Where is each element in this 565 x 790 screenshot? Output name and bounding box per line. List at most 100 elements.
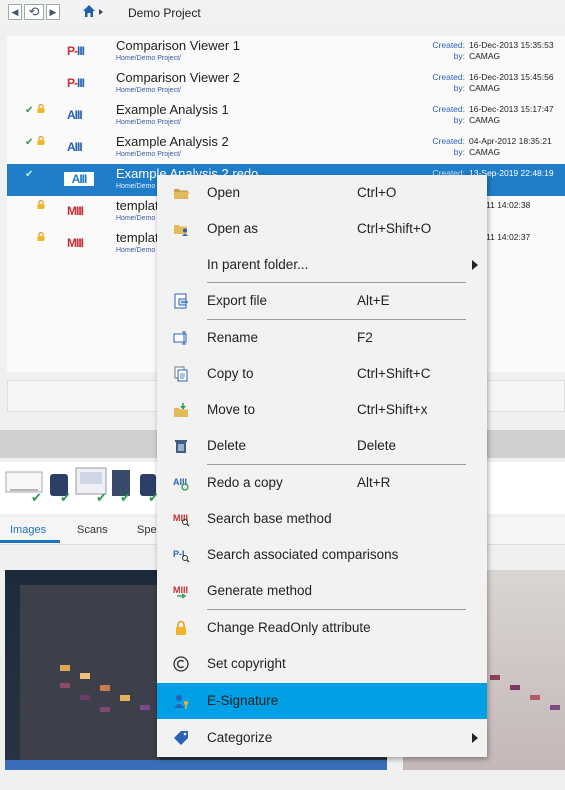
menu-item-label: Set copyright <box>207 656 286 671</box>
menu-item-label: Categorize <box>207 730 273 745</box>
folder-open-icon <box>174 189 189 199</box>
file-path: Home/Demo <box>116 183 156 190</box>
menu-item-e-signature[interactable]: E-Signature <box>157 683 487 719</box>
svg-text:MIII: MIII <box>173 585 188 595</box>
menu-item-categorize[interactable]: Categorize <box>157 720 487 756</box>
menu-item-set-copyright[interactable]: Set copyright <box>157 646 487 682</box>
menu-item-label: Rename <box>207 330 259 345</box>
file-row[interactable]: ✔ AIII Example Analysis 1 Home/Demo Project… <box>7 100 565 132</box>
menu-item-label: In parent folder... <box>207 257 309 272</box>
search-comparisons-icon: P-I <box>173 549 190 563</box>
file-name: Comparison Viewer 2 <box>116 70 241 85</box>
instrument-icons: ✔ ✔ ✔ ✔ ✔ <box>5 467 159 506</box>
method-file-icon: MIII <box>67 204 84 218</box>
menu-item-shortcut: Ctrl+O <box>357 185 397 200</box>
lock-icon <box>37 232 45 241</box>
menu-item-shortcut: Alt+R <box>357 475 391 490</box>
menu-item-label: Delete <box>207 438 247 453</box>
svg-text:AIII: AIII <box>173 477 187 487</box>
redo-copy-icon: AIII <box>173 477 189 491</box>
svg-text:✔: ✔ <box>60 491 71 506</box>
menu-item-shortcut: Ctrl+Shift+O <box>357 221 432 236</box>
file-name: templat <box>116 198 159 213</box>
lock-icon <box>37 104 45 113</box>
submenu-arrow-icon <box>472 260 478 270</box>
menu-item-label: Change ReadOnly attribute <box>207 620 371 635</box>
search-method-icon: MIII <box>173 513 190 527</box>
context-menu: Open Ctrl+O Open as Ctrl+Shift+O In parent f… <box>157 175 487 757</box>
svg-text:MIII: MIII <box>173 513 188 523</box>
menu-item-search-associated-comparisons[interactable]: P-I Search associated comparisons <box>157 537 487 573</box>
svg-text:✔: ✔ <box>96 491 107 506</box>
menu-item-label: Open <box>207 185 241 200</box>
export-icon <box>174 293 188 309</box>
file-path: Home/Demo Project/ <box>116 87 181 94</box>
file-row[interactable]: P- III Comparison Viewer 2 Home/Demo Projec… <box>7 68 565 100</box>
home-icon[interactable] <box>82 4 96 18</box>
menu-item-open-as[interactable]: Open as Ctrl+Shift+O <box>157 211 487 247</box>
checked-icon: ✔ <box>25 137 34 148</box>
analysis-file-icon: AIII <box>67 140 83 154</box>
comparison-file-icon: P- III <box>67 76 85 90</box>
menu-item-shortcut: Ctrl+Shift+x <box>357 402 428 417</box>
file-path: Home/Demo Project/ <box>116 151 181 158</box>
menu-item-shortcut: F2 <box>357 330 373 345</box>
navigation-bar: ◀ ⟲ ▶ Demo Project <box>0 0 565 26</box>
tag-icon <box>174 731 188 745</box>
menu-separator <box>207 464 466 465</box>
lock-icon <box>176 620 186 635</box>
menu-item-label: Generate method <box>207 583 313 598</box>
lock-icon <box>37 200 45 209</box>
folder-user-icon <box>174 225 188 236</box>
method-file-icon: MIII <box>67 236 84 250</box>
file-path: Home/Demo Project/ <box>116 55 181 62</box>
comparison-file-icon: P- III <box>67 44 85 58</box>
menu-item-delete[interactable]: Delete Delete <box>157 428 487 464</box>
copyright-icon <box>173 656 189 672</box>
menu-item-rename[interactable]: Rename F2 <box>157 320 487 356</box>
menu-item-label: Copy to <box>207 366 254 381</box>
file-name: Example Analysis 1 <box>116 102 229 117</box>
forward-arrow-icon: ▶ <box>49 6 57 17</box>
file-name: Comparison Viewer 1 <box>116 38 241 53</box>
menu-item-in-parent-folder[interactable]: In parent folder... <box>157 247 487 283</box>
history-icon: ⟲ <box>28 4 40 19</box>
tab-images[interactable]: Images <box>10 524 46 536</box>
file-path: Home/Demo <box>116 215 156 222</box>
analysis-file-icon: AIII <box>67 108 83 122</box>
file-row[interactable]: ✔ AIII Example Analysis 2 Home/Demo Project… <box>7 132 565 164</box>
menu-item-open[interactable]: Open Ctrl+O <box>157 175 487 211</box>
breadcrumb-separator-icon <box>99 9 103 15</box>
history-button[interactable]: ⟲ <box>24 4 44 20</box>
menu-item-copy-to[interactable]: Copy to Ctrl+Shift+C <box>157 356 487 392</box>
forward-button[interactable]: ▶ <box>46 4 60 20</box>
trash-icon <box>175 440 187 453</box>
back-arrow-icon: ◀ <box>11 6 19 17</box>
file-row[interactable]: P- III Comparison Viewer 1 Home/Demo Projec… <box>7 36 565 68</box>
file-name: templat <box>116 230 159 245</box>
menu-item-label: E-Signature <box>207 693 279 708</box>
generate-method-icon: MIII <box>173 585 188 599</box>
menu-item-label: Redo a copy <box>207 475 283 490</box>
menu-separator <box>207 319 466 320</box>
menu-item-label: Search base method <box>207 511 332 526</box>
menu-item-shortcut: Alt+E <box>357 293 390 308</box>
breadcrumb[interactable]: Demo Project <box>128 6 201 20</box>
file-metadata: Created: 04-Apr-2012 18:35:21 by: CAMAG <box>432 136 552 157</box>
menu-item-export-file[interactable]: Export file Alt+E <box>157 283 487 319</box>
file-path: Home/Demo <box>116 247 156 254</box>
rename-icon <box>173 331 187 345</box>
menu-item-label: Export file <box>207 293 268 308</box>
tab-scans[interactable]: Scans <box>77 524 108 536</box>
file-name: Example Analysis 2 <box>116 134 229 149</box>
menu-item-move-to[interactable]: Move to Ctrl+Shift+x <box>157 392 487 428</box>
menu-item-change-readonly-attribute[interactable]: Change ReadOnly attribute <box>157 610 487 646</box>
menu-item-search-base-method[interactable]: MIII Search base method <box>157 501 487 537</box>
menu-item-redo-a-copy[interactable]: AIII Redo a copy Alt+R <box>157 465 487 501</box>
move-icon <box>174 403 188 417</box>
menu-item-generate-method[interactable]: MIII Generate method <box>157 573 487 609</box>
back-button[interactable]: ◀ <box>8 4 22 20</box>
menu-item-label: Move to <box>207 402 256 417</box>
submenu-arrow-icon <box>472 733 478 743</box>
menu-item-shortcut: Ctrl+Shift+C <box>357 366 431 381</box>
